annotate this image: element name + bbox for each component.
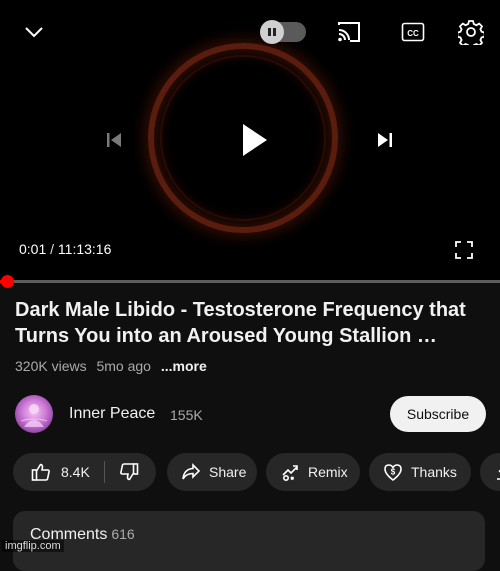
share-icon	[181, 463, 201, 481]
download-icon	[494, 462, 500, 482]
play-icon[interactable]	[232, 118, 276, 162]
thanks-icon: $	[383, 462, 403, 482]
video-title[interactable]: Dark Male Libido - Testosterone Frequenc…	[15, 297, 493, 349]
remix-icon	[280, 462, 300, 482]
like-count: 8.4K	[61, 464, 90, 480]
progress-bar[interactable]	[0, 280, 500, 283]
subscriber-count: 155K	[170, 407, 203, 423]
thanks-label: Thanks	[411, 464, 457, 480]
svg-text:$: $	[391, 468, 396, 477]
thanks-button[interactable]: $ Thanks	[369, 453, 471, 491]
dislike-button[interactable]	[105, 453, 139, 491]
share-label: Share	[209, 464, 247, 480]
time-display: 0:01 / 11:13:16	[19, 241, 111, 257]
skip-previous-icon[interactable]	[102, 128, 126, 152]
progress-scrubber[interactable]	[1, 275, 14, 288]
upload-age: 5mo ago	[96, 358, 151, 374]
view-count: 320K views	[15, 358, 87, 374]
like-dislike-group: 8.4K	[13, 453, 156, 491]
svg-text:CC: CC	[407, 29, 419, 38]
comments-section[interactable]: Comments 616	[13, 511, 485, 571]
watermark: imgflip.com	[2, 540, 64, 552]
chevron-down-icon[interactable]	[20, 20, 48, 44]
remix-button[interactable]: Remix	[266, 453, 360, 491]
current-time: 0:01	[19, 241, 47, 257]
more-link[interactable]: ...more	[161, 358, 207, 374]
video-player[interactable]: CC 0:01 / 11:13:16	[0, 0, 500, 282]
pause-icon	[260, 20, 284, 44]
subscribe-button[interactable]: Subscribe	[390, 396, 486, 432]
total-duration: 11:13:16	[57, 241, 112, 257]
action-bar: 8.4K Share Remix $ Thanks	[13, 453, 500, 491]
autoplay-toggle[interactable]	[260, 20, 306, 44]
cast-icon[interactable]	[335, 20, 363, 44]
comments-count: 616	[111, 526, 135, 542]
thumbs-up-icon	[31, 462, 51, 482]
remix-label: Remix	[308, 464, 348, 480]
channel-name[interactable]: Inner Peace	[69, 405, 155, 423]
avatar[interactable]	[15, 395, 53, 433]
share-button[interactable]: Share	[167, 453, 257, 491]
fullscreen-icon[interactable]	[452, 238, 476, 262]
captions-icon[interactable]: CC	[400, 21, 426, 43]
skip-next-icon[interactable]	[372, 128, 398, 152]
more-actions-button[interactable]	[480, 453, 500, 491]
video-metadata[interactable]: 320K views 5mo ago ...more	[15, 358, 207, 374]
time-separator: /	[50, 241, 55, 257]
thumbs-down-icon	[119, 462, 139, 482]
gear-icon[interactable]	[457, 18, 485, 46]
like-button[interactable]: 8.4K	[13, 453, 90, 491]
